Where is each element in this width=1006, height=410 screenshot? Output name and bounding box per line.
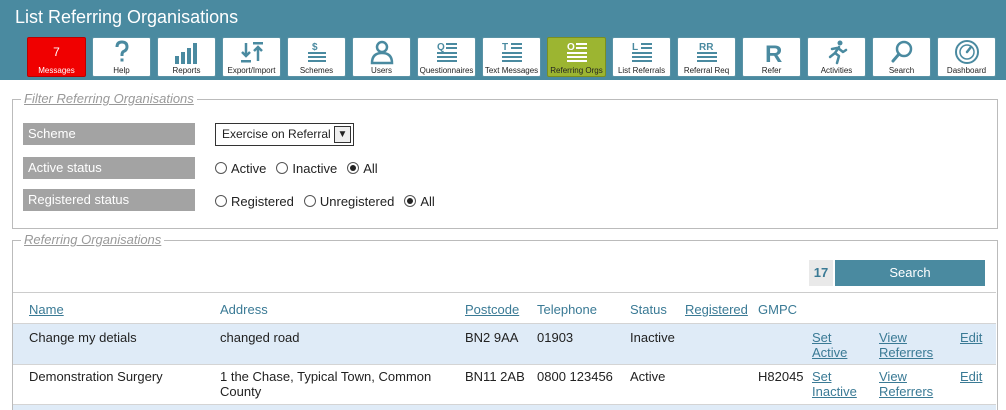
referral-req-icon: RR — [678, 39, 735, 66]
text-messages-icon: T — [483, 39, 540, 66]
divider — [13, 292, 996, 293]
view-referrers-link[interactable]: View Referrers — [879, 330, 939, 360]
messages-icon: 7 — [53, 45, 60, 59]
toolbar-refer-button[interactable]: R Refer — [742, 37, 801, 77]
cell-address: 1 the Chase, Typical Town, Common County — [220, 369, 432, 399]
toolbar-reports-button[interactable]: Reports — [157, 37, 216, 77]
cell-telephone: 01903 — [537, 330, 574, 345]
toolbar-export-import-button[interactable]: Export/Import — [222, 37, 281, 77]
scheme-select[interactable]: Exercise on Referral ▼ — [215, 123, 354, 146]
cell-address: changed road — [220, 330, 300, 345]
cell-status: Active — [630, 369, 666, 384]
table-row: Demonstration Surgery 1 the Chase, Typic… — [13, 364, 996, 404]
column-header-status: Status — [630, 302, 667, 317]
referring-orgs-icon: O — [548, 39, 605, 66]
active-status-label: Active status — [23, 157, 195, 179]
svg-text:R: R — [765, 41, 782, 65]
toolbar-users-button[interactable]: Users — [352, 37, 411, 77]
cell-gmpc: H82045 — [758, 369, 804, 384]
toolbar-dashboard-button[interactable]: Dashboard — [937, 37, 996, 77]
toolbar-activities-button[interactable]: Activities — [807, 37, 866, 77]
scheme-select-value: Exercise on Referral — [222, 127, 331, 141]
toolbar-list-referrals-button[interactable]: L List Referrals — [612, 37, 671, 77]
toolbar-referring-orgs-button[interactable]: O Referring Orgs — [547, 37, 606, 77]
svg-text:T: T — [502, 42, 508, 53]
schemes-icon: $ — [288, 39, 345, 66]
radio-circle — [303, 195, 316, 207]
radio-circle — [276, 162, 289, 174]
active-status-radio-group: Active Inactive All — [215, 158, 388, 178]
search-icon — [873, 39, 930, 66]
active-radio[interactable]: Active — [215, 161, 266, 176]
column-header-registered[interactable]: Registered — [685, 302, 748, 317]
cell-telephone: 0800 123456 — [537, 369, 613, 384]
radio-circle-selected — [347, 162, 360, 174]
toolbar-questionnaires-button[interactable]: Q Questionnaires — [417, 37, 476, 77]
set-inactive-link[interactable]: Set Inactive — [812, 369, 862, 399]
result-count: 17 — [809, 260, 833, 286]
toolbar-search-button[interactable]: Search — [872, 37, 931, 77]
chevron-down-icon: ▼ — [334, 126, 351, 143]
set-active-link[interactable]: Set Active — [812, 330, 862, 360]
users-icon — [353, 39, 410, 66]
registered-all-radio[interactable]: All — [404, 194, 435, 209]
inactive-radio[interactable]: Inactive — [276, 161, 337, 176]
cell-name: Change my detials — [29, 330, 137, 345]
toolbar-referral-req-button[interactable]: RR Referral Req — [677, 37, 736, 77]
column-header-address: Address — [220, 302, 268, 317]
svg-text:RR: RR — [699, 42, 714, 53]
column-header-postcode[interactable]: Postcode — [465, 302, 519, 317]
svg-text:O: O — [567, 42, 575, 53]
active-all-radio[interactable]: All — [347, 161, 378, 176]
view-referrers-link[interactable]: View Referrers — [879, 369, 939, 399]
table-row — [13, 404, 996, 410]
scheme-label: Scheme — [23, 123, 195, 145]
edit-link[interactable]: Edit — [960, 330, 982, 345]
column-header-gmpc: GMPC — [758, 302, 797, 317]
filter-legend: Filter Referring Organisations — [21, 91, 197, 106]
registered-status-radio-group: Registered Unregistered All — [215, 191, 445, 211]
radio-circle — [215, 195, 227, 207]
edit-link[interactable]: Edit — [960, 369, 982, 384]
questionnaires-icon: Q — [418, 39, 475, 66]
radio-circle-selected — [404, 195, 417, 207]
cell-status: Inactive — [630, 330, 675, 345]
radio-circle — [215, 162, 227, 174]
cell-name: Demonstration Surgery — [29, 369, 163, 384]
toolbar-schemes-button[interactable]: $ Schemes — [287, 37, 346, 77]
reports-icon — [158, 39, 215, 66]
results-legend: Referring Organisations — [21, 232, 165, 247]
registered-status-label: Registered status — [23, 189, 195, 211]
svg-text:$: $ — [312, 42, 318, 53]
cell-postcode: BN2 9AA — [465, 330, 519, 345]
results-panel: Referring Organisations 17 Search Name A… — [12, 232, 998, 410]
export-import-icon — [223, 39, 280, 66]
list-referrals-icon: L — [613, 39, 670, 66]
column-header-name[interactable]: Name — [29, 302, 64, 317]
unregistered-radio[interactable]: Unregistered — [303, 194, 394, 209]
column-header-telephone: Telephone — [537, 302, 597, 317]
toolbar-messages-button[interactable]: 7 Messages — [27, 37, 86, 77]
cell-postcode: BN11 2AB — [465, 369, 525, 384]
app-header: List Referring Organisations 7 Messages … — [0, 0, 1006, 80]
registered-radio[interactable]: Registered — [215, 194, 294, 209]
dashboard-icon — [938, 39, 995, 66]
help-icon — [93, 39, 150, 66]
activities-icon — [808, 39, 865, 66]
filter-panel: Filter Referring Organisations Scheme Ex… — [12, 91, 998, 229]
refer-icon: R — [743, 39, 800, 68]
table-row: Change my detials changed road BN2 9AA 0… — [13, 323, 996, 364]
toolbar-text-messages-button[interactable]: T Text Messages — [482, 37, 541, 77]
svg-text:L: L — [632, 42, 638, 53]
page-title: List Referring Organisations — [15, 7, 239, 27]
search-button[interactable]: Search — [835, 260, 985, 286]
svg-text:Q: Q — [437, 42, 445, 53]
toolbar-help-button[interactable]: Help — [92, 37, 151, 77]
